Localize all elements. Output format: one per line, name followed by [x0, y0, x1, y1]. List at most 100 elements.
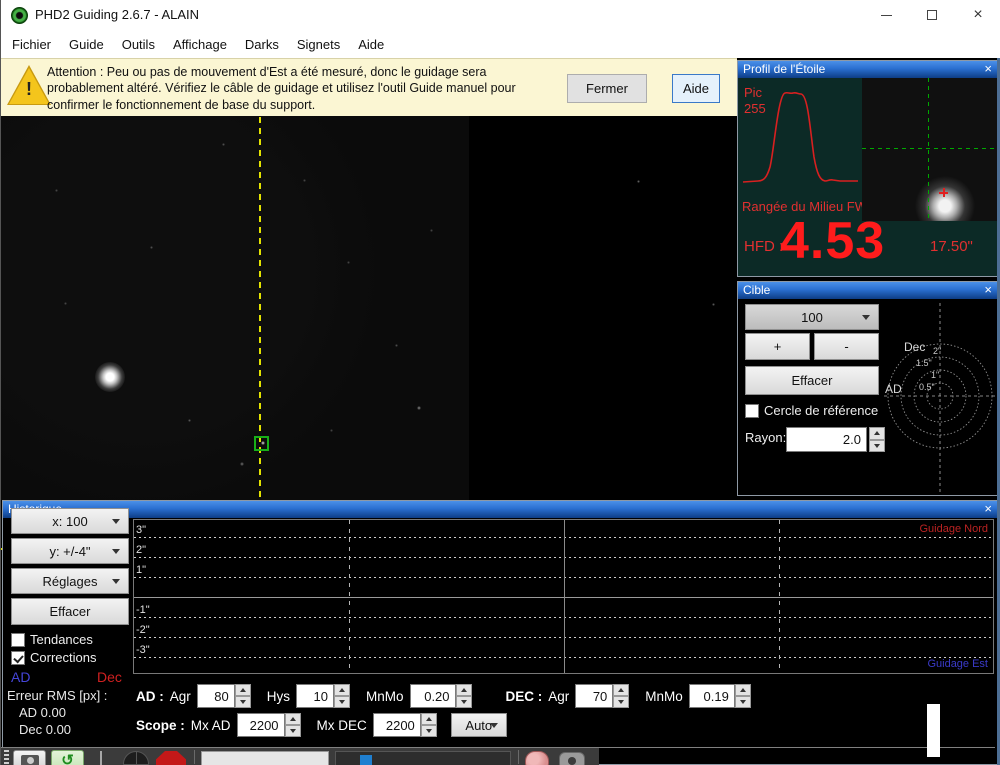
max-ra-duration-input[interactable]: 2200 [236, 713, 285, 737]
target-bullseye: Dec 2" 1.5" 1" 0.5" AD [884, 303, 995, 493]
history-settings-dropdown[interactable]: Réglages [11, 568, 129, 594]
dec-guide-mode-dropdown[interactable]: Auto [450, 713, 507, 737]
guiding-history-graph: 3" 2" 1" -1" -2" -3" Guidage Nord Guidag… [133, 519, 994, 674]
bright-star[interactable] [95, 362, 125, 392]
close-button[interactable]: × [955, 0, 1000, 30]
trends-row: Tendances [11, 632, 93, 647]
star-profile-panel: Profil de l'Étoile × Pic 255 Rangée du M… [737, 60, 998, 277]
rms-error-label: Erreur RMS [px] : [7, 688, 108, 703]
corrections-checkbox[interactable] [11, 650, 25, 665]
menu-outils[interactable]: Outils [113, 32, 164, 57]
hfd-arcsec-value: 17.50" [930, 238, 973, 255]
north-guiding-legend: Guidage Nord [919, 523, 989, 535]
ra-hysteresis-spinner[interactable] [334, 684, 351, 708]
guide-image-area[interactable] [1, 116, 737, 550]
history-caption[interactable]: Historique × [3, 501, 997, 518]
star-zoom-image [862, 78, 997, 221]
minimize-button[interactable] [863, 0, 909, 30]
ra-minmove-input[interactable]: 0.20 [409, 684, 456, 708]
alert-message: Attention : Peu ou pas de mouvement d'Es… [47, 65, 516, 112]
field-star[interactable] [711, 302, 715, 306]
camera-setup-icon[interactable] [559, 752, 585, 765]
menu-signets[interactable]: Signets [288, 32, 349, 57]
field-star[interactable] [63, 301, 67, 305]
menu-fichier[interactable]: Fichier [3, 32, 60, 57]
history-clear-button[interactable]: Effacer [11, 598, 129, 625]
menu-darks[interactable]: Darks [236, 32, 288, 57]
alert-close-button[interactable]: Fermer [567, 74, 647, 103]
field-star[interactable] [636, 179, 640, 183]
hfd-value: 4.53 [780, 212, 886, 270]
chevron-down-icon [489, 723, 498, 728]
svg-text:1.5": 1.5" [916, 358, 932, 368]
ra-hysteresis-input[interactable]: 10 [296, 684, 335, 708]
svg-text:2": 2" [933, 346, 941, 356]
menu-bar: Fichier Guide Outils Affichage Darks Sig… [1, 30, 1000, 58]
guide-icon[interactable] [123, 751, 149, 765]
field-star[interactable] [429, 228, 433, 232]
svg-text:0.5": 0.5" [919, 382, 935, 392]
phd2-logo-icon [11, 7, 28, 24]
star-profile-caption[interactable]: Profil de l'Étoile × [738, 61, 997, 78]
main-toolbar: ↺ [1, 748, 599, 765]
maximize-icon [927, 10, 937, 20]
field-star[interactable] [329, 428, 333, 432]
max-dec-duration-input[interactable]: 2200 [372, 713, 421, 737]
ra-aggression-input[interactable]: 80 [196, 684, 235, 708]
connect-camera-button[interactable] [13, 750, 46, 765]
peak-label: Pic [744, 85, 763, 100]
target-close-icon[interactable]: × [984, 282, 992, 298]
ra-series-label: AD [11, 669, 31, 685]
history-xscale-dropdown[interactable]: x: 100 [11, 508, 129, 534]
dec-minmove-input[interactable]: 0.19 [688, 684, 735, 708]
alert-help-button[interactable]: Aide [672, 74, 720, 103]
field-star[interactable] [417, 406, 421, 410]
history-panel: Historique × x: 100 y: +/-4" Réglages Ef… [2, 500, 998, 765]
scope-params-row: Scope : Mx AD 2200 Mx DEC 2200 Auto [136, 713, 507, 737]
field-star[interactable] [302, 178, 306, 182]
gamma-slider-handle[interactable] [360, 755, 372, 765]
field-star[interactable] [261, 441, 265, 445]
exposure-select[interactable] [201, 751, 329, 765]
loop-exposures-button[interactable]: ↺ [51, 750, 84, 765]
max-dec-duration-spinner[interactable] [420, 713, 437, 737]
ra-params-row: AD : Agr 80 Hys 10 MnMo 0.20 DEC : Agr 7… [136, 684, 751, 708]
stop-icon[interactable] [156, 751, 186, 765]
dec-minmove-spinner[interactable] [734, 684, 751, 708]
field-star[interactable] [394, 343, 398, 347]
dec-aggression-spinner[interactable] [613, 684, 630, 708]
field-star[interactable] [187, 418, 191, 422]
gamma-slider[interactable] [335, 751, 511, 765]
star-profile-close-icon[interactable]: × [984, 61, 992, 77]
maximize-button[interactable] [909, 0, 955, 30]
camera-frame[interactable] [1, 116, 469, 500]
field-star[interactable] [240, 462, 244, 466]
brain-icon[interactable] [525, 751, 549, 765]
svg-text:1": 1" [931, 370, 939, 380]
target-caption[interactable]: Cible × [738, 282, 997, 299]
menu-affichage[interactable]: Affichage [164, 32, 236, 57]
target-panel: Cible × 100 + - Effacer Cercle de référe… [737, 281, 998, 496]
menu-aide[interactable]: Aide [349, 32, 393, 57]
loop-exposures-icon: ↺ [61, 752, 74, 765]
trends-checkbox[interactable] [11, 632, 25, 647]
star-select-icon[interactable] [100, 751, 102, 765]
field-star[interactable] [221, 142, 225, 146]
rms-dec-value: Dec 0.00 [19, 722, 72, 737]
max-ra-duration-spinner[interactable] [284, 713, 301, 737]
field-star[interactable] [54, 188, 58, 192]
chevron-down-icon [112, 579, 120, 584]
toolbar-grip[interactable] [4, 750, 9, 764]
menu-guide[interactable]: Guide [60, 32, 113, 57]
field-star[interactable] [149, 245, 153, 249]
field-star[interactable] [346, 260, 350, 264]
history-yscale-dropdown[interactable]: y: +/-4" [11, 538, 129, 564]
corrections-row: Corrections [11, 650, 96, 665]
dec-series-label: Dec [97, 669, 122, 685]
dec-aggression-input[interactable]: 70 [575, 684, 614, 708]
zoomed-star [911, 172, 979, 221]
ra-minmove-spinner[interactable] [455, 684, 472, 708]
hfd-label: HFD : [744, 238, 784, 255]
history-close-icon[interactable]: × [984, 501, 992, 517]
ra-aggression-spinner[interactable] [234, 684, 251, 708]
